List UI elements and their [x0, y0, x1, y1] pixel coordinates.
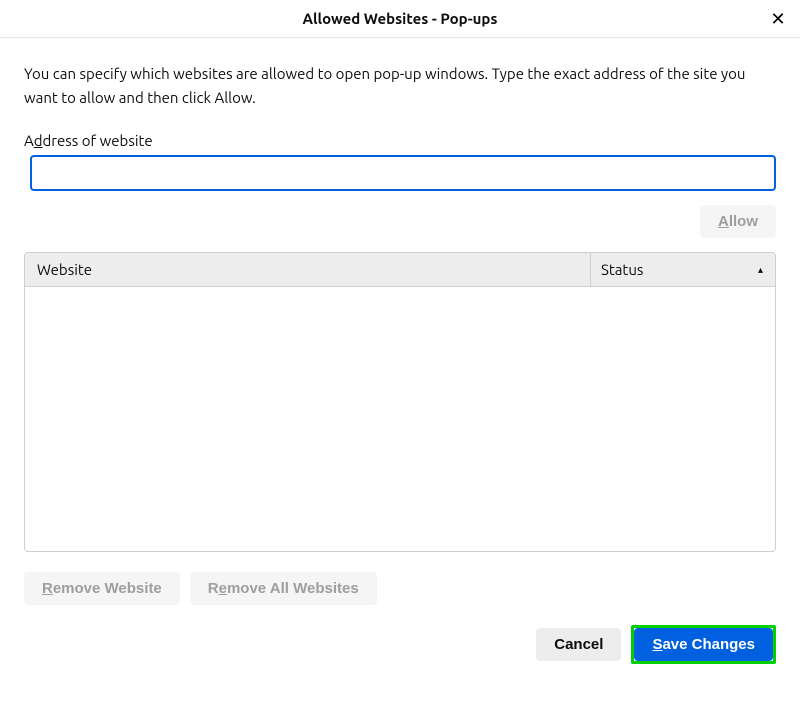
- column-header-website[interactable]: Website: [25, 261, 590, 278]
- address-label: Address of website: [24, 132, 776, 149]
- cancel-button[interactable]: Cancel: [536, 628, 621, 661]
- save-changes-button[interactable]: Save Changes: [634, 628, 773, 661]
- dialog-header: Allowed Websites - Pop-ups ✕: [0, 0, 800, 38]
- remove-website-button[interactable]: Remove Website: [24, 572, 180, 605]
- close-icon: ✕: [770, 10, 785, 28]
- remove-actions: Remove Website Remove All Websites: [24, 572, 776, 605]
- footer-actions: Cancel Save Changes: [24, 625, 776, 664]
- address-input[interactable]: [30, 155, 776, 191]
- table-body[interactable]: [25, 287, 775, 551]
- close-button[interactable]: ✕: [766, 7, 790, 31]
- sort-ascending-icon: ▴: [758, 264, 763, 276]
- dialog-content: You can specify which websites are allow…: [0, 38, 800, 680]
- column-header-status[interactable]: Status ▴: [590, 253, 775, 286]
- table-header: Website Status ▴: [25, 253, 775, 287]
- remove-all-websites-button[interactable]: Remove All Websites: [190, 572, 377, 605]
- allow-button[interactable]: Allow: [700, 205, 776, 238]
- allow-row: Allow: [24, 205, 776, 238]
- dialog-title: Allowed Websites - Pop-ups: [302, 10, 497, 27]
- save-highlight: Save Changes: [631, 625, 776, 664]
- description-text: You can specify which websites are allow…: [24, 62, 776, 110]
- websites-table: Website Status ▴: [24, 252, 776, 552]
